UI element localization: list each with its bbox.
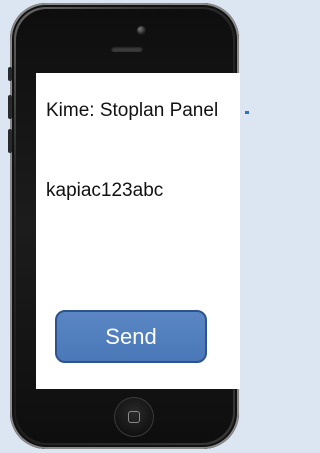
message-text: kapiac123abc xyxy=(46,180,164,201)
send-button[interactable]: Send xyxy=(55,310,207,363)
volume-down-button xyxy=(8,129,12,153)
phone-frame: Kime: Stoplan Panel kapiac123abc Send xyxy=(8,3,240,449)
phone-screen: Kime: Stoplan Panel kapiac123abc Send xyxy=(36,73,240,389)
edge-marker xyxy=(245,111,249,114)
recipient-label: Kime: Stoplan Panel xyxy=(46,100,219,121)
home-button-icon xyxy=(128,411,140,423)
volume-up-button xyxy=(8,95,12,119)
silent-switch xyxy=(8,67,12,81)
earpiece-icon xyxy=(111,46,143,52)
camera-icon xyxy=(137,26,146,35)
send-button-label: Send xyxy=(105,323,157,349)
home-button[interactable] xyxy=(114,397,154,437)
